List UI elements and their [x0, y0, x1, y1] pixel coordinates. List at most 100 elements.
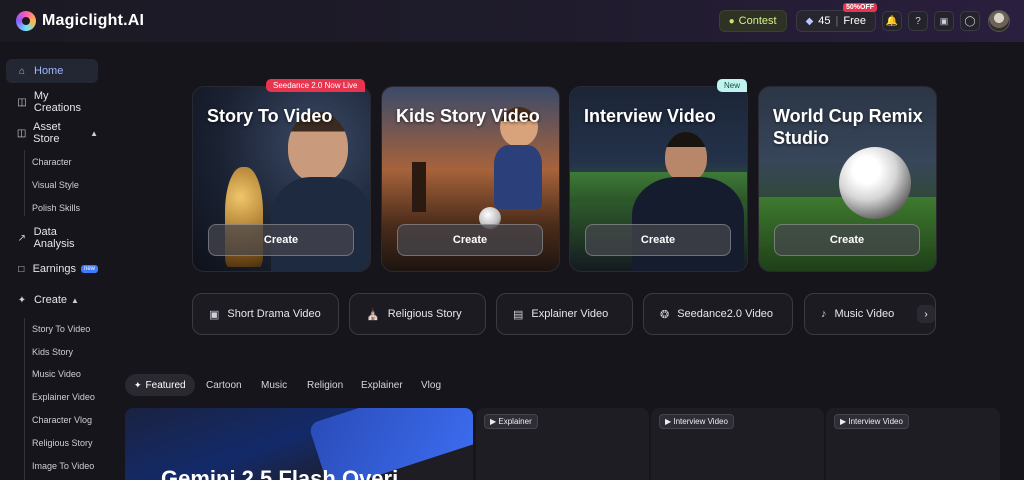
bell-icon: 🔔	[885, 15, 899, 27]
sidebar-subitem-religious-story[interactable]: Religious Story	[32, 438, 93, 448]
notification-button[interactable]: 🔔	[882, 11, 902, 31]
video-tag: ▶ Interview Video	[659, 414, 734, 429]
video-card[interactable]: ▶ Explainer	[476, 408, 649, 480]
app-logo[interactable]: Magiclight.AI	[16, 11, 144, 31]
child-body	[494, 145, 542, 209]
sidebar-item-home[interactable]: ⌂ Home	[6, 59, 98, 83]
chart-icon: ↗	[17, 232, 26, 244]
sidebar: ⌂ Home ◫ My Creations ◫ Asset Store ▲ Ch…	[0, 42, 110, 480]
discord-icon: ▣	[939, 15, 949, 26]
sidebar-subitem-visual-style[interactable]: Visual Style	[32, 180, 79, 190]
new-badge: New	[717, 79, 748, 92]
app-name: Magiclight.AI	[42, 12, 145, 29]
card-title: World Cup Remix Studio	[773, 106, 923, 148]
tab-religion[interactable]: Religion	[307, 380, 343, 391]
category-label: Explainer Video	[531, 308, 609, 320]
card-kids-story-video[interactable]: Kids Story Video Create	[381, 86, 560, 272]
sidebar-item-label: Asset Store	[33, 121, 61, 145]
music-note-icon: ♪	[821, 308, 827, 320]
create-button[interactable]: Create	[208, 224, 354, 256]
contest-button[interactable]: ● Contest	[718, 10, 787, 32]
sidebar-item-data-analysis[interactable]: ↗ Data Analysis	[6, 226, 98, 250]
temple-icon: ⛪	[366, 308, 380, 321]
contest-label: Contest	[738, 15, 777, 27]
sidebar-item-my-creations[interactable]: ◫ My Creations	[6, 90, 98, 114]
category-religious-story[interactable]: ⛪ Religious Story	[349, 293, 486, 335]
sidebar-subitem-kids-story[interactable]: Kids Story	[32, 347, 73, 357]
credits-divider: |	[835, 15, 839, 27]
category-label: Music Video	[834, 308, 895, 320]
create-button[interactable]: Create	[585, 224, 731, 256]
tab-featured[interactable]: ✦ Featured	[125, 374, 195, 396]
sidebar-item-label: Data Analysis	[33, 226, 75, 250]
video-tag-label: Explainer	[498, 417, 532, 426]
sidebar-item-earnings[interactable]: □ Earnings new	[6, 257, 98, 281]
featured-video-card[interactable]: Gemini 2.5 Flash Overi	[125, 408, 473, 480]
featured-video-title: Gemini 2.5 Flash Overi	[161, 466, 399, 480]
video-tag-label: Interview Video	[848, 417, 903, 426]
new-badge: new	[80, 265, 98, 273]
submenu-divider	[24, 318, 25, 480]
video-tag-label: Interview Video	[673, 417, 728, 426]
home-icon: ⌂	[18, 65, 26, 77]
logo-icon	[16, 11, 36, 31]
tab-label: Featured	[145, 379, 186, 391]
sparkle-icon: ✦	[134, 379, 142, 390]
sidebar-item-label: My Creations	[33, 90, 81, 114]
store-icon: ◫	[16, 127, 27, 139]
video-tag: ▶ Explainer	[484, 414, 538, 429]
discord-button[interactable]: ▣	[934, 11, 954, 31]
tab-music[interactable]: Music	[261, 380, 287, 391]
chevron-up-icon: ▲	[71, 295, 79, 305]
clapper-icon: ▣	[209, 308, 220, 321]
video-tag: ▶ Interview Video	[834, 414, 909, 429]
plan-label: Free	[843, 15, 866, 27]
trend-icon: □	[18, 263, 25, 275]
card-story-to-video[interactable]: Story To Video Create	[192, 86, 371, 272]
question-icon: ?	[915, 15, 921, 27]
sidebar-subitem-image-to-video[interactable]: Image To Video	[32, 461, 94, 471]
user-avatar[interactable]	[988, 10, 1010, 32]
sidebar-subitem-music-video[interactable]: Music Video	[32, 369, 81, 379]
card-title: Interview Video	[584, 106, 716, 126]
seedance-live-badge: Seedance 2.0 Now Live	[266, 79, 365, 92]
sidebar-item-create[interactable]: ✦ Create ▲	[6, 288, 98, 312]
card-title: Story To Video	[207, 106, 333, 126]
tab-vlog[interactable]: Vlog	[421, 380, 441, 391]
language-button[interactable]: ◯	[960, 11, 980, 31]
discount-badge: 50%OFF	[842, 3, 877, 12]
credits-button[interactable]: ◆ 45 | Free 50%OFF	[795, 3, 877, 32]
video-card[interactable]: ▶ Interview Video	[651, 408, 824, 480]
chevron-up-icon: ▲	[90, 128, 98, 138]
globe-icon: ◯	[964, 15, 976, 27]
tab-cartoon[interactable]: Cartoon	[206, 380, 242, 391]
top-header: Magiclight.AI ● Contest ◆ 45 | Free 50%O…	[0, 0, 1024, 42]
tab-explainer[interactable]: Explainer	[361, 380, 403, 391]
card-interview-video[interactable]: Interview Video Create	[569, 86, 748, 272]
category-label: Short Drama Video	[227, 308, 321, 320]
sidebar-item-asset-store[interactable]: ◫ Asset Store ▲	[6, 121, 98, 145]
category-short-drama-video[interactable]: ▣ Short Drama Video	[192, 293, 339, 335]
sparkle-icon: ✦	[17, 294, 27, 306]
create-button[interactable]: Create	[774, 224, 920, 256]
soccer-ball-icon	[839, 147, 911, 219]
credits-value: 45	[818, 15, 831, 27]
video-card[interactable]: ▶ Interview Video	[826, 408, 1000, 480]
sidebar-subitem-polish-skills[interactable]: Polish Skills	[32, 203, 80, 213]
category-label: Religious Story	[387, 308, 462, 320]
sidebar-item-label: Create	[34, 294, 68, 306]
category-explainer-video[interactable]: ▤ Explainer Video	[496, 293, 633, 335]
chevron-right-icon: ›	[924, 308, 928, 320]
sidebar-subitem-character-vlog[interactable]: Character Vlog	[32, 415, 92, 425]
sidebar-subitem-story-to-video[interactable]: Story To Video	[32, 324, 90, 334]
scroll-right-button[interactable]: ›	[917, 305, 935, 323]
sidebar-subitem-explainer-video[interactable]: Explainer Video	[32, 392, 95, 402]
card-world-cup-remix-studio[interactable]: World Cup Remix Studio Create	[758, 86, 937, 272]
create-button[interactable]: Create	[397, 224, 543, 256]
help-button[interactable]: ?	[908, 11, 928, 31]
category-label: Seedance2.0 Video	[677, 308, 774, 320]
sidebar-subitem-character[interactable]: Character	[32, 157, 72, 167]
submenu-divider	[24, 150, 25, 216]
reel-icon: ❂	[660, 308, 670, 321]
category-seedance-video[interactable]: ❂ Seedance2.0 Video	[643, 293, 793, 335]
